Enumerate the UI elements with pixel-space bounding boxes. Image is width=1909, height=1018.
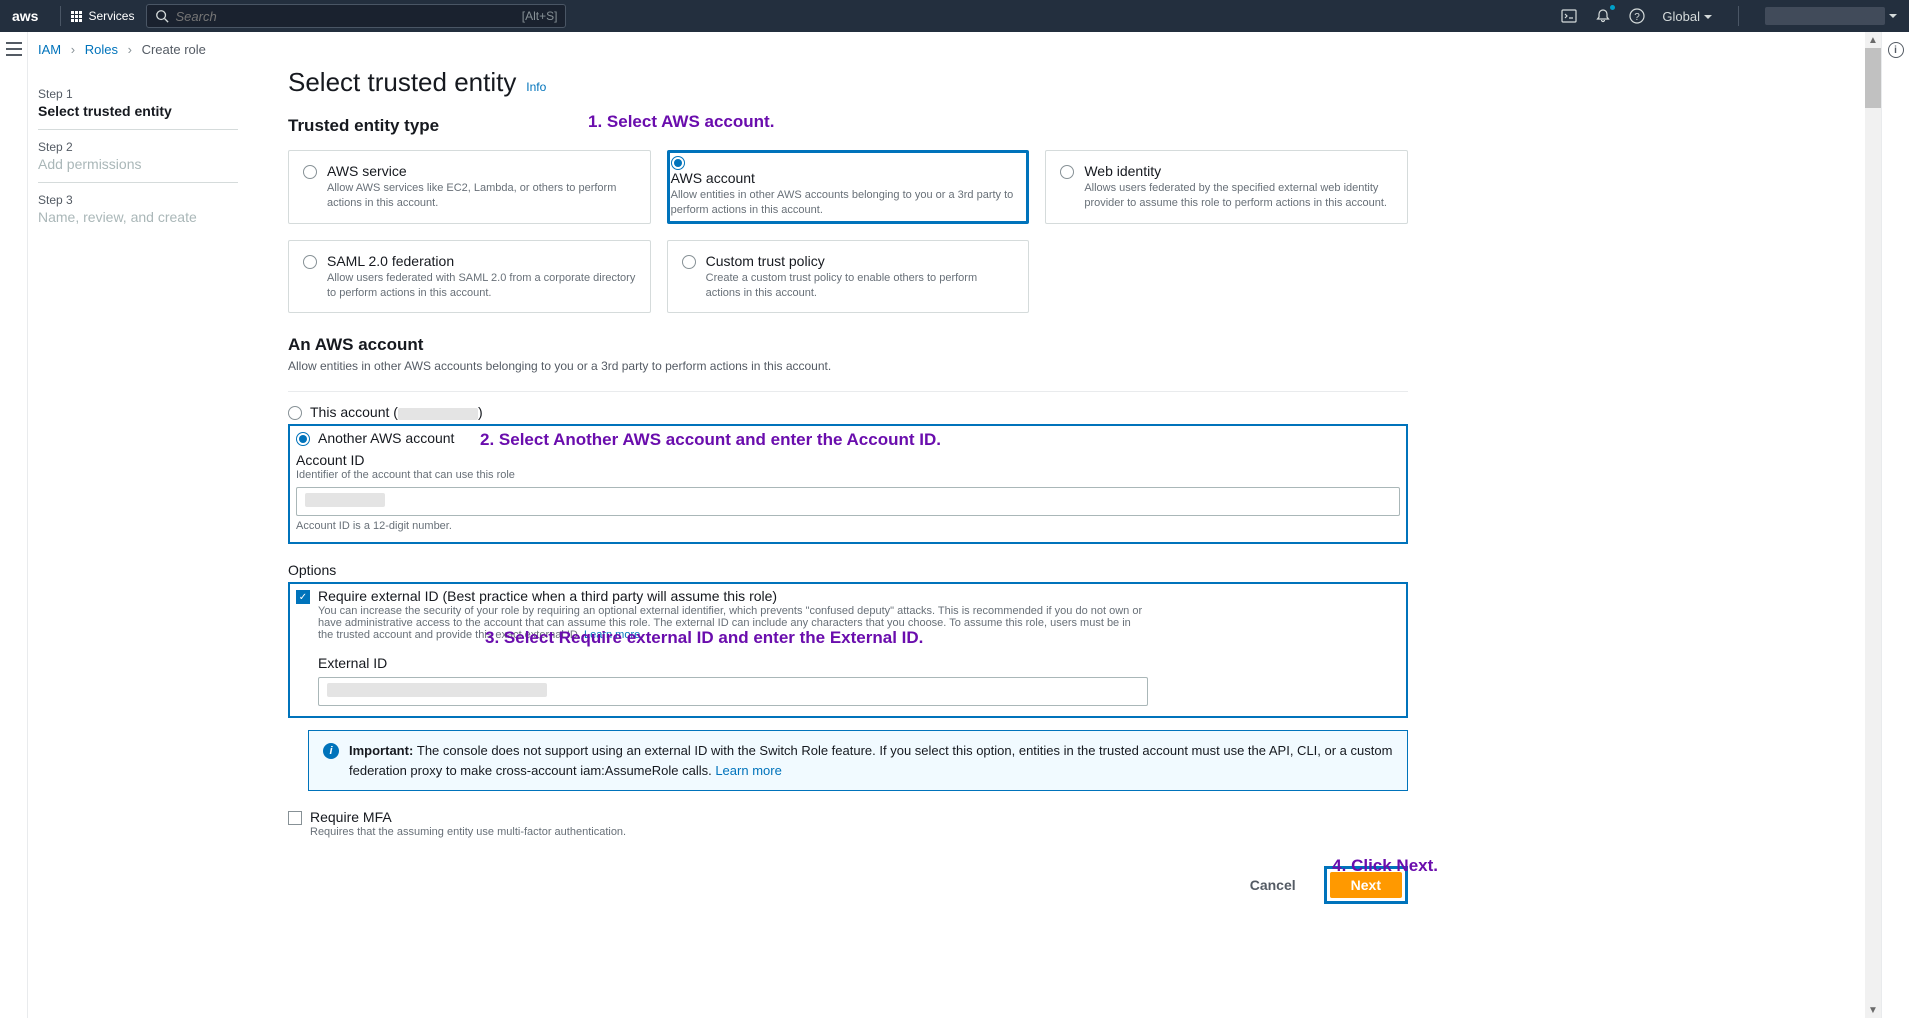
services-label: Services [88, 9, 134, 23]
radio-this-account[interactable] [288, 406, 302, 420]
checkbox-require-mfa[interactable] [288, 811, 302, 825]
caret-down-icon [1889, 14, 1897, 22]
this-account-id-redacted [398, 408, 478, 420]
option-require-external-id[interactable]: ✓ Require external ID (Best practice whe… [296, 588, 1400, 706]
wizard-step-3: Step 3 Name, review, and create [38, 182, 238, 235]
entity-type-cards: AWS serviceAllow AWS services like EC2, … [288, 150, 1408, 313]
search-input[interactable] [169, 9, 521, 24]
top-nav: aws Services [Alt+S] ? Global [0, 0, 1909, 32]
help-icon[interactable]: ? [1628, 7, 1646, 25]
notifications-icon[interactable] [1594, 7, 1612, 25]
account-section-sub: Allow entities in other AWS accounts bel… [288, 359, 1408, 373]
entity-type-heading: Trusted entity type [288, 116, 1408, 136]
card-custom-trust[interactable]: Custom trust policyCreate a custom trust… [667, 240, 1030, 314]
caret-down-icon [1704, 15, 1712, 23]
info-banner: i Important: The console does not suppor… [308, 730, 1408, 791]
wizard-step-1[interactable]: Step 1 Select trusted entity [38, 77, 238, 129]
radio-aws-account[interactable] [671, 156, 685, 170]
option-require-mfa[interactable]: Require MFA Requires that the assuming e… [288, 809, 1408, 838]
radio-web-identity[interactable] [1060, 165, 1074, 179]
radio-another-account[interactable] [296, 432, 310, 446]
option-this-account[interactable]: This account () [288, 404, 1408, 420]
card-aws-account-highlight: AWS accountAllow entities in other AWS a… [667, 150, 1030, 224]
left-gutter [0, 32, 28, 1018]
scroll-down-icon[interactable]: ▼ [1865, 1002, 1881, 1018]
account-id-desc: Identifier of the account that can use t… [296, 469, 1400, 481]
breadcrumb-current: Create role [142, 42, 206, 57]
annotation-3: 3. Select Require external ID and enter … [485, 628, 923, 648]
checkbox-require-external-id[interactable]: ✓ [296, 590, 310, 604]
external-id-label: External ID [318, 655, 1148, 671]
scroll-up-icon[interactable]: ▲ [1865, 32, 1881, 48]
breadcrumb-iam[interactable]: IAM [38, 42, 61, 57]
info-link[interactable]: Info [526, 80, 546, 94]
account-id-label: Account ID [296, 452, 1400, 468]
info-banner-text: Important: The console does not support … [349, 741, 1393, 780]
search-icon [155, 9, 169, 23]
external-id-input[interactable] [318, 677, 1148, 706]
right-gutter: i [1881, 32, 1909, 1018]
annotation-4: 4. Click Next. [1332, 856, 1438, 876]
nav-divider [60, 6, 61, 26]
radio-saml[interactable] [303, 255, 317, 269]
annotation-1: 1. Select AWS account. [588, 112, 774, 132]
card-aws-account[interactable]: AWS accountAllow entities in other AWS a… [671, 154, 1026, 220]
account-menu[interactable] [1765, 7, 1897, 25]
require-mfa-label: Require MFA [310, 809, 626, 825]
search-box[interactable]: [Alt+S] [146, 4, 566, 28]
account-id-hint: Account ID is a 12-digit number. [296, 520, 1400, 532]
svg-text:?: ? [1635, 12, 1641, 23]
notification-dot [1610, 5, 1615, 10]
grid-icon [71, 11, 82, 22]
cloudshell-icon[interactable] [1560, 7, 1578, 25]
this-account-label: This account () [310, 404, 483, 420]
card-aws-service[interactable]: AWS serviceAllow AWS services like EC2, … [288, 150, 651, 224]
account-name-redacted [1765, 7, 1885, 25]
services-menu[interactable]: Services [71, 9, 134, 23]
external-id-value-redacted [327, 683, 547, 697]
nav-divider [1738, 6, 1739, 26]
breadcrumb-roles[interactable]: Roles [85, 42, 118, 57]
account-id-input[interactable] [296, 487, 1400, 516]
section-divider [288, 391, 1408, 392]
region-selector[interactable]: Global [1662, 9, 1712, 24]
wizard-step-2: Step 2 Add permissions [38, 129, 238, 182]
breadcrumb: IAM › Roles › Create role [28, 40, 1865, 67]
cancel-button[interactable]: Cancel [1232, 871, 1314, 899]
another-account-label: Another AWS account [318, 430, 454, 446]
annotation-2: 2. Select Another AWS account and enter … [480, 430, 941, 450]
info-icon: i [323, 743, 339, 759]
account-section-heading: An AWS account [288, 335, 1408, 355]
card-web-identity[interactable]: Web identityAllows users federated by th… [1045, 150, 1408, 224]
page-title: Select trusted entity [288, 67, 516, 97]
search-shortcut: [Alt+S] [522, 9, 558, 23]
learn-more-link[interactable]: Learn more [715, 763, 781, 778]
account-id-value-redacted [305, 493, 385, 507]
require-mfa-desc: Requires that the assuming entity use mu… [310, 826, 626, 838]
wizard-steps: Step 1 Select trusted entity Step 2 Add … [28, 67, 248, 934]
hamburger-icon[interactable] [6, 42, 22, 56]
radio-aws-service[interactable] [303, 165, 317, 179]
another-account-highlight: Another AWS account 2. Select Another AW… [288, 424, 1408, 544]
scrollbar[interactable]: ▲ ▼ [1865, 32, 1881, 1018]
options-heading: Options [288, 562, 1408, 578]
require-external-id-label: Require external ID (Best practice when … [318, 588, 1148, 604]
external-id-highlight: ✓ Require external ID (Best practice whe… [288, 582, 1408, 718]
card-saml[interactable]: SAML 2.0 federationAllow users federated… [288, 240, 651, 314]
radio-custom-trust[interactable] [682, 255, 696, 269]
aws-logo[interactable]: aws [12, 8, 38, 24]
scroll-thumb[interactable] [1865, 48, 1881, 108]
help-panel-icon[interactable]: i [1888, 42, 1904, 58]
